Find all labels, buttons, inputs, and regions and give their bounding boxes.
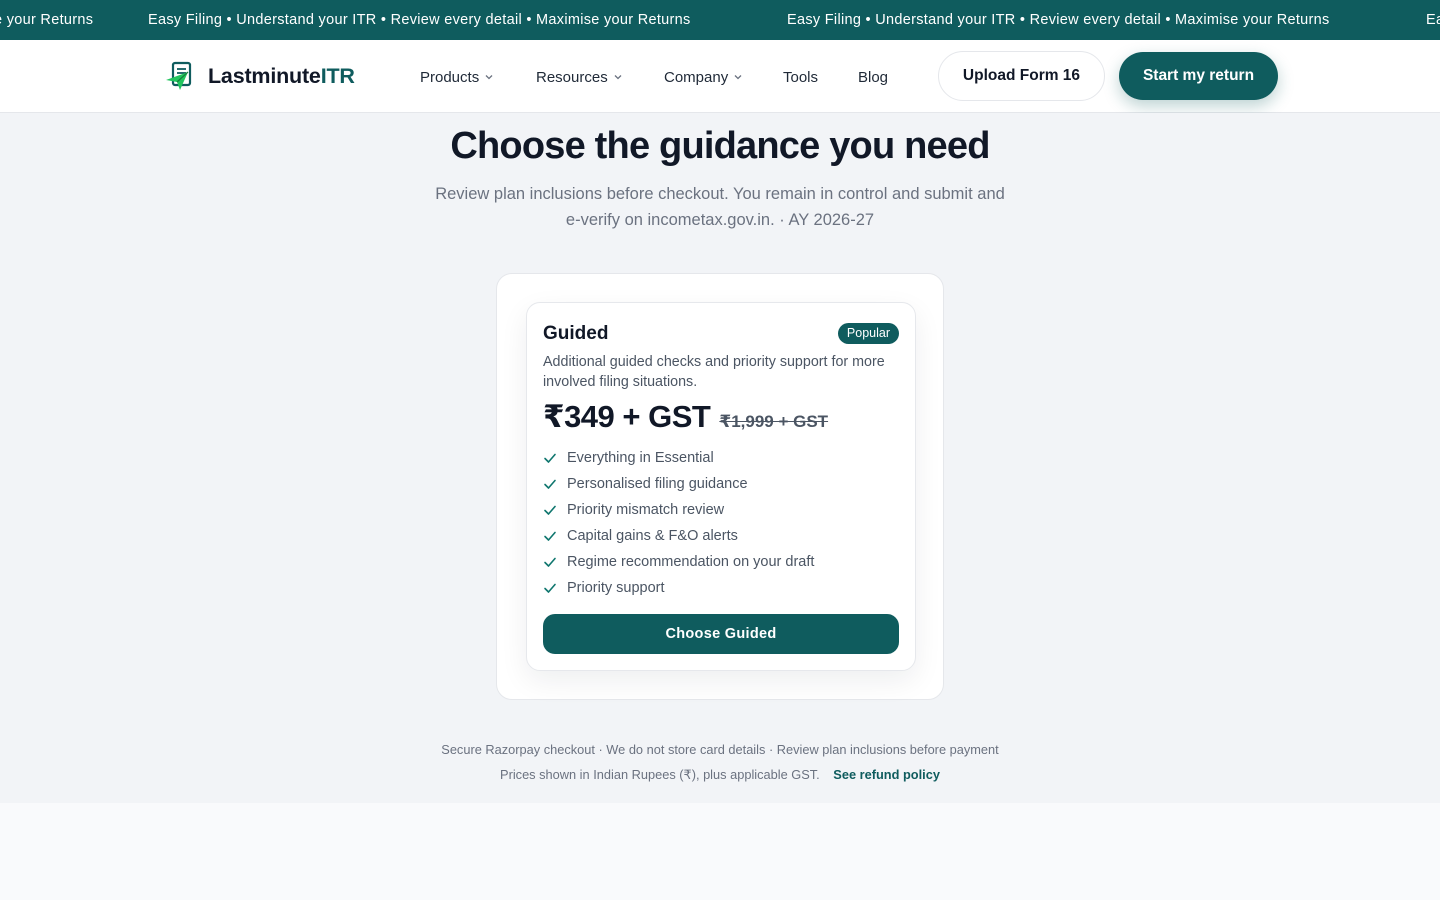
page-subtitle: Review plan inclusions before checkout. … <box>410 181 1030 233</box>
nav-products-label: Products <box>420 68 480 86</box>
popular-badge: Popular <box>837 323 899 344</box>
pricing-note-text: Prices shown in Indian Rupees (₹), plus … <box>500 767 820 782</box>
logo-link[interactable]: LastminuteITR <box>164 59 355 93</box>
nav-products[interactable]: Products <box>420 66 494 88</box>
check-icon <box>544 453 556 463</box>
chevron-down-icon <box>614 75 622 80</box>
feature-item: Everything in Essential <box>543 445 814 471</box>
check-icon <box>544 583 556 593</box>
plan-card-guided: Guided Popular Additional guided checks … <box>526 302 916 671</box>
ticker-item: Easy Filing • Understand your ITR • Revi… <box>148 12 691 28</box>
pricing-note: Prices shown in Indian Rupees (₹), plus … <box>0 767 1440 783</box>
check-icon <box>544 557 556 567</box>
check-icon <box>544 531 556 541</box>
plan-name: Guided <box>543 323 609 344</box>
page-title: Choose the guidance you need <box>450 125 990 167</box>
checkout-note: Secure Razorpay checkout · We do not sto… <box>441 742 999 757</box>
feature-item: Capital gains & F&O alerts <box>543 523 814 549</box>
feature-label: Personalised filing guidance <box>567 476 748 492</box>
feature-list: Everything in Essential Personalised fil… <box>543 445 814 601</box>
plan-old-price: ₹1,999 + GST <box>719 412 829 431</box>
site-header: LastminuteITR Products Resources Company… <box>0 40 1440 113</box>
ticker-item: Ea <box>1426 12 1440 28</box>
plan-description: Additional guided checks and priority su… <box>543 354 885 390</box>
chevron-down-icon <box>734 75 742 80</box>
check-icon <box>544 479 556 489</box>
pricing-section: Choose the guidance you need Review plan… <box>0 113 1440 803</box>
nav-blog[interactable]: Blog <box>858 66 888 88</box>
nav-resources-label: Resources <box>536 68 608 86</box>
check-icon <box>544 505 556 515</box>
feature-label: Everything in Essential <box>567 450 714 466</box>
logo-icon <box>166 61 192 90</box>
feature-item: Regime recommendation on your draft <box>543 549 814 575</box>
ticker-item: Easy Filing • Understand your ITR • Revi… <box>787 12 1330 28</box>
feature-label: Capital gains & F&O alerts <box>567 528 738 544</box>
nav-company-label: Company <box>664 68 729 86</box>
subtitle-line-1: Review plan inclusions before checkout. … <box>435 185 1005 203</box>
feature-item: Priority support <box>543 575 814 601</box>
feature-label: Priority support <box>567 580 665 596</box>
upload-form16-button[interactable]: Upload Form 16 <box>938 51 1105 101</box>
feature-item: Personalised filing guidance <box>543 471 814 497</box>
feature-item: Priority mismatch review <box>543 497 814 523</box>
price-row: ₹349 + GST ₹1,999 + GST <box>543 399 828 435</box>
feature-label: Regime recommendation on your draft <box>567 554 815 570</box>
start-return-button[interactable]: Start my return <box>1119 52 1278 100</box>
nav-resources[interactable]: Resources <box>536 66 623 88</box>
nav-company[interactable]: Company <box>664 66 743 88</box>
plans-container: Guided Popular Additional guided checks … <box>496 273 944 700</box>
nav-tools[interactable]: Tools <box>783 66 818 88</box>
subtitle-line-2: e-verify on incometax.gov.in. · AY 2026-… <box>565 211 875 229</box>
logo-accent: ITR <box>320 63 355 88</box>
plan-price: ₹349 + GST <box>543 399 711 434</box>
announcement-ticker: e your Returns Easy Filing • Understand … <box>0 0 1440 40</box>
logo-text: LastminuteITR <box>208 63 355 88</box>
choose-guided-button[interactable]: Choose Guided <box>543 614 899 654</box>
feature-label: Priority mismatch review <box>567 502 725 518</box>
refund-policy-link[interactable]: See refund policy <box>833 767 940 782</box>
ticker-item: e your Returns <box>0 12 94 28</box>
chevron-down-icon <box>485 75 493 80</box>
